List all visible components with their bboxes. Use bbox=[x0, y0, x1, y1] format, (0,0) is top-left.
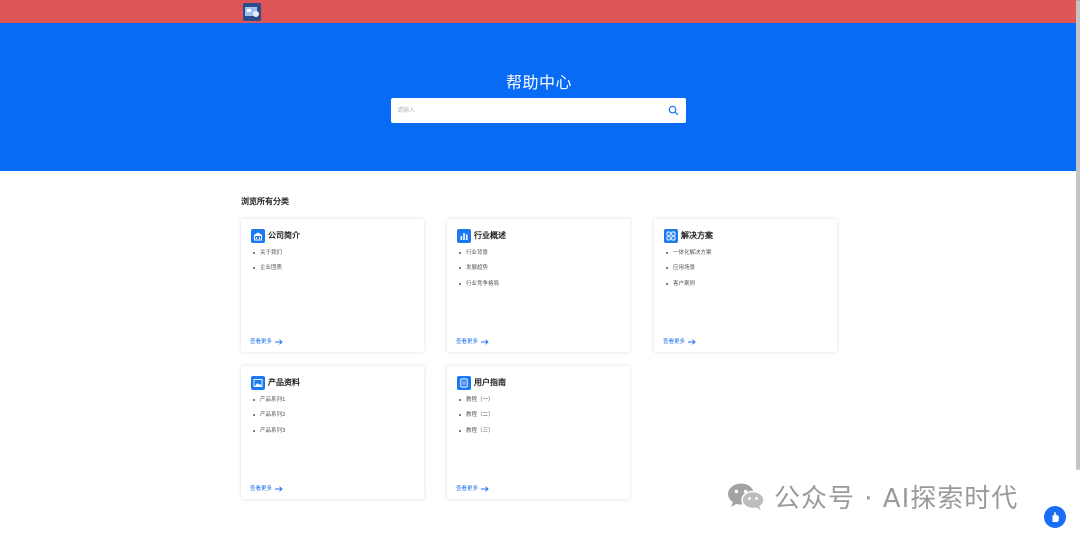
search-icon[interactable] bbox=[668, 105, 679, 116]
card-link[interactable]: 产品系列1 bbox=[251, 396, 286, 411]
card-link-list: 教程（一） 教程（二） 教程（三） bbox=[457, 396, 494, 442]
card-title: 解决方案 bbox=[681, 231, 713, 240]
document-icon bbox=[457, 376, 471, 390]
category-card-company: 公司简介 关于我们 企业团质 查看更多 bbox=[241, 219, 424, 352]
site-logo-icon[interactable] bbox=[243, 3, 261, 21]
hand-icon bbox=[1052, 512, 1059, 522]
hero-banner: 帮助中心 bbox=[0, 23, 1078, 171]
search-box bbox=[391, 98, 686, 123]
image-icon bbox=[251, 376, 265, 390]
card-link-list: 一体化解决方案 应用场景 客户案例 bbox=[664, 249, 712, 295]
card-title: 用户指南 bbox=[474, 378, 506, 387]
card-link[interactable]: 发展趋势 bbox=[457, 264, 499, 279]
view-more-label: 查看更多 bbox=[456, 486, 479, 492]
search-input[interactable] bbox=[397, 98, 657, 123]
card-link[interactable]: 教程（二） bbox=[457, 411, 494, 426]
card-link[interactable]: 产品系列2 bbox=[251, 411, 286, 426]
card-link[interactable]: 产品系列3 bbox=[251, 427, 286, 442]
card-link[interactable]: 行业背景 bbox=[457, 249, 499, 264]
floating-help-button[interactable] bbox=[1044, 506, 1066, 528]
card-title: 公司简介 bbox=[268, 231, 300, 240]
category-card-user-guide: 用户指南 教程（一） 教程（二） 教程（三） 查看更多 bbox=[447, 366, 630, 499]
page-title: 帮助中心 bbox=[505, 73, 572, 92]
building-icon bbox=[251, 229, 265, 243]
card-link[interactable]: 客户案例 bbox=[664, 280, 712, 295]
scrollbar[interactable] bbox=[1076, 0, 1080, 470]
card-link[interactable]: 企业团质 bbox=[251, 264, 282, 279]
card-link[interactable]: 教程（三） bbox=[457, 427, 494, 442]
watermark: 公众号 · AI探索时代 bbox=[726, 480, 1019, 514]
card-link-list: 行业背景 发展趋势 行业竞争格局 bbox=[457, 249, 499, 295]
card-link[interactable]: 关于我们 bbox=[251, 249, 282, 264]
view-more-label: 查看更多 bbox=[250, 486, 273, 492]
view-more-label: 查看更多 bbox=[250, 339, 273, 345]
grid-icon bbox=[664, 229, 678, 243]
card-title: 产品资料 bbox=[268, 378, 300, 387]
arrow-right-icon bbox=[275, 339, 283, 345]
view-more-link[interactable]: 查看更多 bbox=[663, 338, 696, 346]
card-link[interactable]: 教程（一） bbox=[457, 396, 494, 411]
card-link-list: 产品系列1 产品系列2 产品系列3 bbox=[251, 396, 286, 442]
card-link[interactable]: 应用场景 bbox=[664, 264, 712, 279]
arrow-right-icon bbox=[481, 339, 489, 345]
category-card-industry: 行业概述 行业背景 发展趋势 行业竞争格局 查看更多 bbox=[447, 219, 630, 352]
view-more-link[interactable]: 查看更多 bbox=[456, 485, 489, 493]
view-more-label: 查看更多 bbox=[663, 339, 686, 345]
card-link[interactable]: 行业竞争格局 bbox=[457, 280, 499, 295]
section-title: 浏览所有分类 bbox=[241, 197, 289, 206]
watermark-text: 公众号 · AI探索时代 bbox=[774, 483, 1019, 514]
view-more-link[interactable]: 查看更多 bbox=[250, 338, 283, 346]
arrow-right-icon bbox=[688, 339, 696, 345]
category-card-solutions: 解决方案 一体化解决方案 应用场景 客户案例 查看更多 bbox=[654, 219, 837, 352]
wechat-icon bbox=[728, 483, 765, 510]
view-more-link[interactable]: 查看更多 bbox=[250, 485, 283, 493]
card-link[interactable]: 一体化解决方案 bbox=[664, 249, 712, 264]
top-bar bbox=[0, 0, 1080, 23]
view-more-link[interactable]: 查看更多 bbox=[456, 338, 489, 346]
bar-chart-icon bbox=[457, 229, 471, 243]
arrow-right-icon bbox=[481, 486, 489, 492]
card-title: 行业概述 bbox=[474, 231, 506, 240]
arrow-right-icon bbox=[275, 486, 283, 492]
card-link-list: 关于我们 企业团质 bbox=[251, 249, 282, 280]
category-card-products: 产品资料 产品系列1 产品系列2 产品系列3 查看更多 bbox=[241, 366, 424, 499]
view-more-label: 查看更多 bbox=[456, 339, 479, 345]
